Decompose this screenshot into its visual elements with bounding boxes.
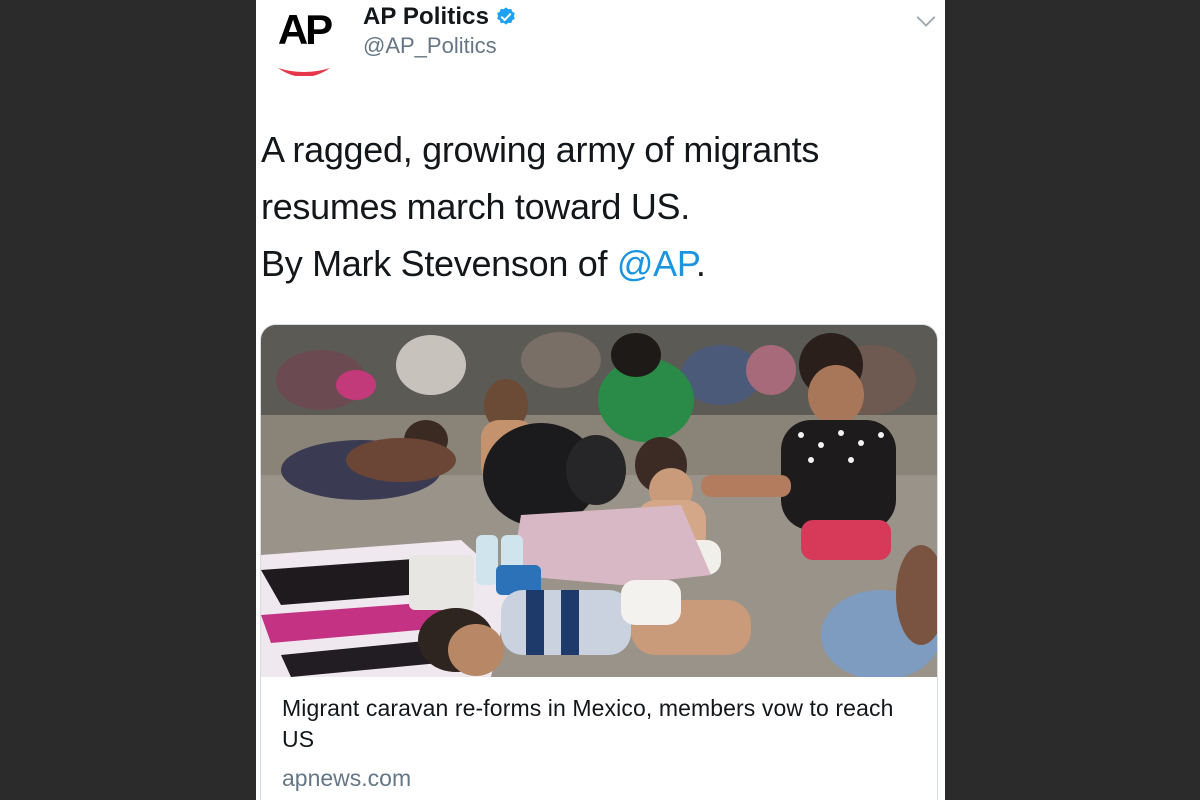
link-card[interactable]: Migrant caravan re-forms in Mexico, memb… <box>260 324 938 800</box>
byline-suffix: . <box>695 243 706 284</box>
ap-logo-icon: AP <box>278 6 335 76</box>
tweet-text-line: A ragged, growing army of migrants <box>261 129 820 170</box>
user-handle[interactable]: @AP_Politics <box>363 33 517 59</box>
byline-prefix: By Mark Stevenson of <box>261 243 617 284</box>
display-name-row: AP Politics <box>363 2 517 32</box>
tweet-text: A ragged, growing army of migrants resum… <box>261 121 921 292</box>
tweet-byline: By Mark Stevenson of @AP. <box>261 235 921 292</box>
chevron-down-icon[interactable] <box>915 10 937 32</box>
mention-link[interactable]: @AP <box>617 243 696 284</box>
tweet-header: AP AP Politics @AP_Politics <box>256 0 945 90</box>
display-name[interactable]: AP Politics <box>363 3 489 31</box>
card-domain: apnews.com <box>282 765 412 791</box>
card-image[interactable] <box>261 325 937 677</box>
photo-migrants-image <box>261 325 937 677</box>
svg-text:AP: AP <box>278 6 332 53</box>
verified-badge-icon <box>495 6 517 28</box>
card-body: Migrant caravan re-forms in Mexico, memb… <box>261 677 937 792</box>
card-title[interactable]: Migrant caravan re-forms in Mexico, memb… <box>282 693 917 755</box>
avatar[interactable]: AP <box>268 4 340 76</box>
tweet-container: AP AP Politics @AP_Politics A ragged, gr… <box>256 0 945 800</box>
tweet-text-line: resumes march toward US. <box>261 186 690 227</box>
user-names: AP Politics @AP_Politics <box>363 2 517 59</box>
